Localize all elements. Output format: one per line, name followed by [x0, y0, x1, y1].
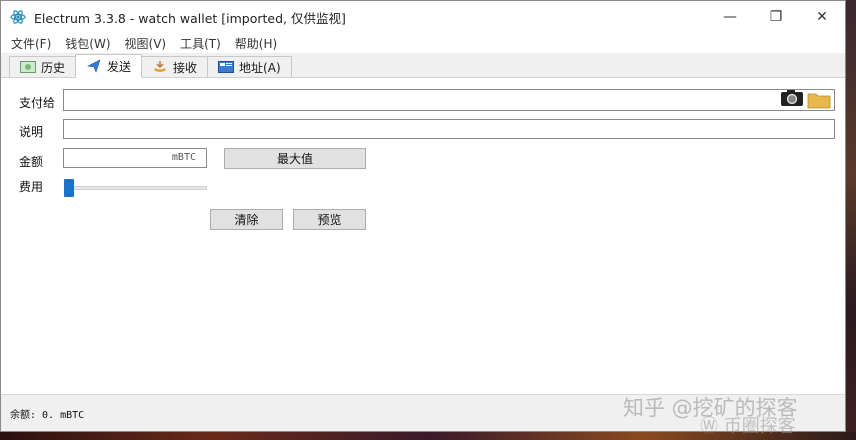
desktop-background	[846, 0, 856, 440]
tab-bar: 历史 发送 接收 地址(A)	[1, 53, 845, 78]
menu-file[interactable]: 文件(F)	[11, 35, 51, 52]
amount-field[interactable]: mBTC	[63, 148, 207, 168]
amount-label: 金额	[19, 155, 44, 169]
maximize-button[interactable]: ❐	[753, 1, 799, 33]
clear-button[interactable]: 清除	[210, 209, 283, 230]
tab-addresses-label: 地址(A)	[239, 60, 281, 75]
window-title: Electrum 3.3.8 - watch wallet [imported,…	[34, 10, 346, 26]
tab-send[interactable]: 发送	[75, 54, 143, 78]
history-icon	[20, 60, 36, 74]
tab-receive-label: 接收	[173, 60, 198, 75]
amount-unit-label: mBTC	[171, 152, 196, 163]
camera-icon[interactable]	[780, 89, 804, 107]
description-input[interactable]	[64, 120, 834, 138]
tab-addresses[interactable]: 地址(A)	[207, 56, 292, 77]
pay-to-field[interactable]	[63, 89, 835, 111]
tab-send-label: 发送	[107, 59, 132, 74]
close-button[interactable]: ✕	[799, 1, 845, 33]
fee-slider-track[interactable]	[71, 186, 207, 190]
description-label: 说明	[19, 125, 44, 139]
folder-icon[interactable]	[806, 90, 832, 110]
send-panel: 支付给 说明 金额 mBTC 最大值 费用 清除 预览	[1, 78, 845, 390]
menu-bar: 文件(F) 钱包(W) 视图(V) 工具(T) 帮助(H)	[1, 33, 845, 53]
menu-view[interactable]: 视图(V)	[125, 35, 167, 52]
pay-to-input[interactable]	[64, 90, 834, 110]
title-bar[interactable]: Electrum 3.3.8 - watch wallet [imported,…	[1, 1, 845, 33]
menu-help[interactable]: 帮助(H)	[235, 35, 277, 52]
tab-receive[interactable]: 接收	[141, 56, 209, 77]
receive-icon	[152, 60, 168, 74]
electrum-window: Electrum 3.3.8 - watch wallet [imported,…	[0, 0, 846, 432]
electrum-logo-icon	[10, 9, 26, 25]
fee-slider-handle[interactable]	[64, 179, 74, 197]
balance-text: 余额: 0. mBTC	[10, 409, 85, 421]
menu-wallet[interactable]: 钱包(W)	[65, 35, 110, 52]
max-button[interactable]: 最大值	[224, 148, 366, 169]
minimize-button[interactable]: —	[707, 1, 753, 33]
menu-tools[interactable]: 工具(T)	[180, 35, 221, 52]
pay-to-label: 支付给	[19, 96, 56, 110]
fee-label: 费用	[19, 180, 44, 194]
weibo-watermark: Ⓦ 币圈探客	[700, 416, 796, 437]
tab-history[interactable]: 历史	[9, 56, 77, 77]
send-icon	[86, 59, 102, 73]
description-field[interactable]	[63, 119, 835, 139]
addresses-icon	[218, 60, 235, 74]
tab-history-label: 历史	[41, 60, 66, 75]
preview-button[interactable]: 预览	[293, 209, 366, 230]
